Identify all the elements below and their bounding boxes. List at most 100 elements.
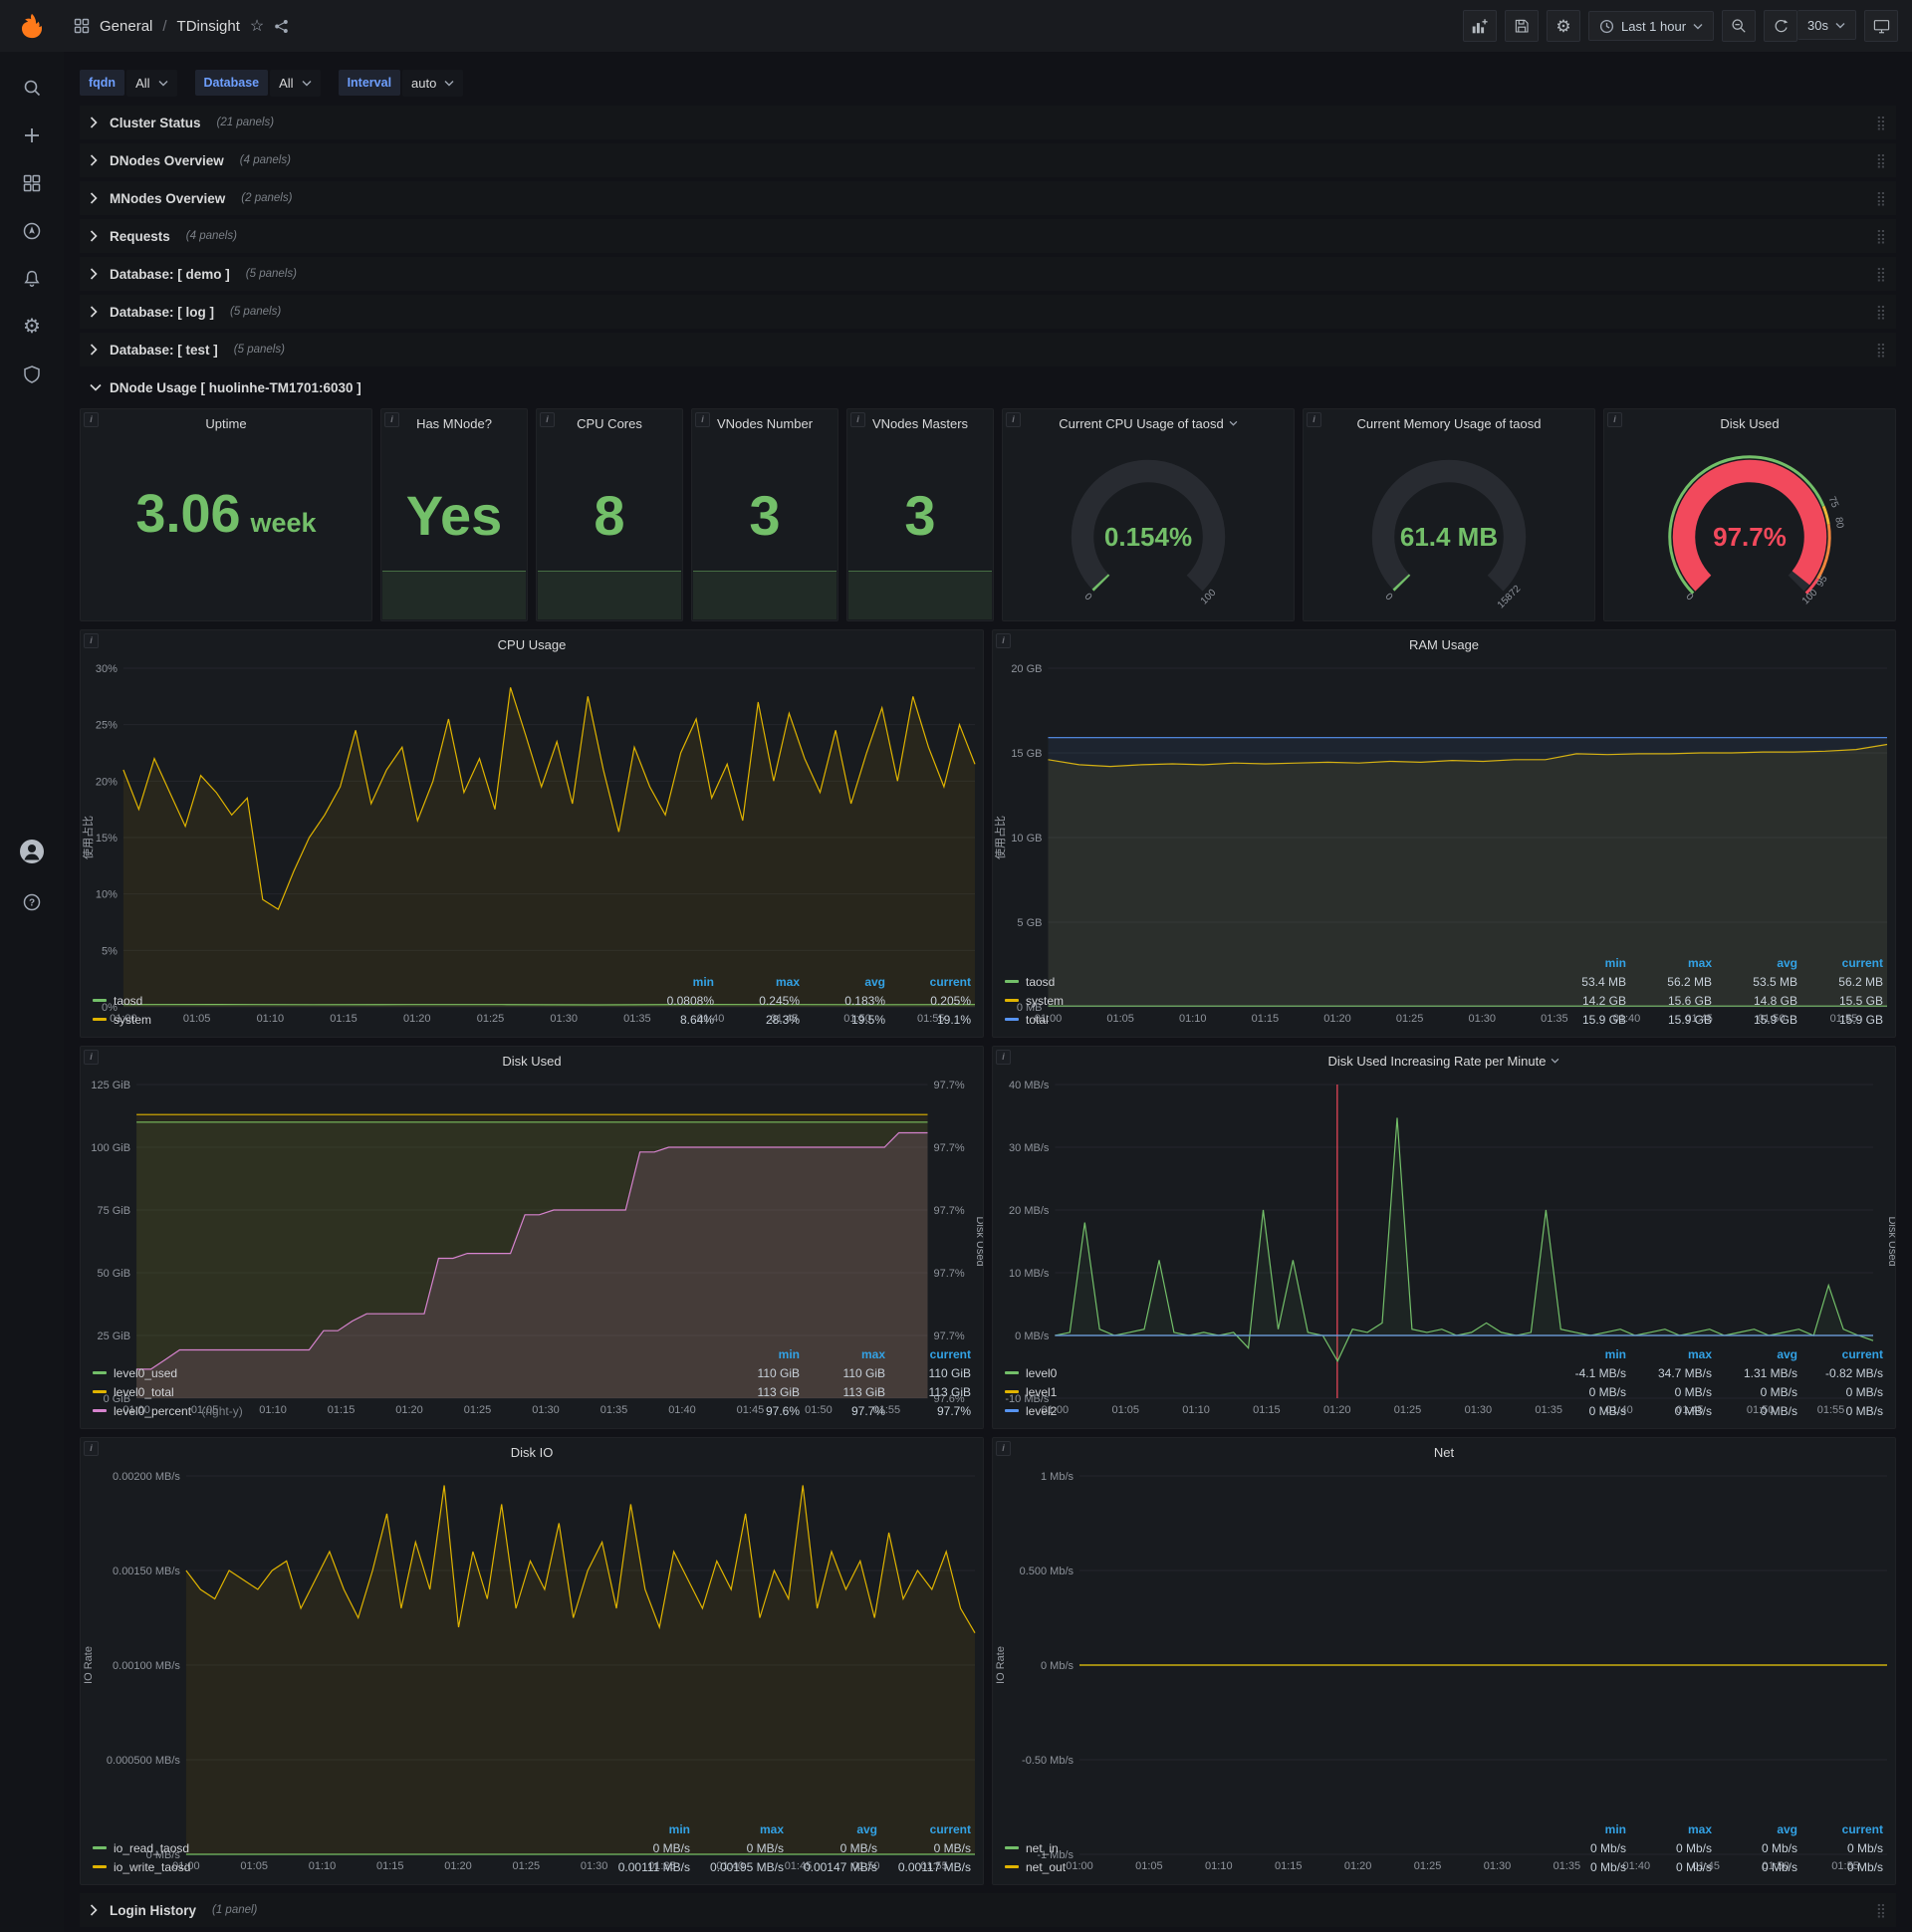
drag-handle-icon[interactable]: ⣿ <box>1876 342 1886 359</box>
legend-series-row: total 15.9 GB 15.9 GB 15.9 GB 15.9 GB <box>1005 1010 1883 1029</box>
panel-info-icon[interactable]: i <box>540 412 555 427</box>
panel-info-icon[interactable]: i <box>1607 412 1622 427</box>
panel-info-icon[interactable]: i <box>996 1050 1011 1065</box>
legend-series-toggle[interactable]: level1 <box>1005 1385 1541 1399</box>
legend-series-toggle[interactable]: level0_used <box>93 1366 714 1380</box>
dashboard-settings-button[interactable]: ⚙ <box>1546 10 1580 42</box>
panel-info-icon[interactable]: i <box>1006 412 1021 427</box>
server-admin-shield-icon[interactable] <box>22 364 42 384</box>
net-chart[interactable]: -1 Mb/s -0.50 Mb/s 0 Mb/s 0.500 Mb/s 1 Mb/s 0… <box>993 1466 1895 1872</box>
legend-series-toggle[interactable]: taosd <box>93 994 628 1008</box>
panel-info-icon[interactable]: i <box>695 412 710 427</box>
svg-text:30%: 30% <box>96 663 118 675</box>
svg-text:5%: 5% <box>102 945 118 957</box>
svg-text:1 Mb/s: 1 Mb/s <box>1041 1471 1075 1483</box>
panel-info-icon[interactable]: i <box>384 412 399 427</box>
variable-database-value[interactable]: All <box>270 69 321 97</box>
alerting-bell-icon[interactable] <box>22 269 42 289</box>
side-nav: ⚙ ? <box>0 52 64 1932</box>
drag-handle-icon[interactable]: ⣿ <box>1876 152 1886 169</box>
dashboards-icon[interactable] <box>22 173 42 193</box>
help-icon[interactable]: ? <box>22 892 42 912</box>
legend-series-toggle[interactable]: net_in <box>1005 1841 1541 1855</box>
drag-handle-icon[interactable]: ⣿ <box>1876 1902 1886 1919</box>
row-mnodes-overview[interactable]: MNodes Overview (2 panels) ⣿ <box>80 181 1896 215</box>
configuration-gear-icon[interactable]: ⚙ <box>23 317 41 337</box>
breadcrumb-section[interactable]: General <box>100 18 152 35</box>
panel-info-icon[interactable]: i <box>84 412 99 427</box>
series-color-swatch <box>93 1846 107 1849</box>
chevron-right-icon <box>90 344 102 356</box>
drag-handle-icon[interactable]: ⣿ <box>1876 266 1886 283</box>
drag-handle-icon[interactable]: ⣿ <box>1876 190 1886 207</box>
row-cluster-status[interactable]: Cluster Status (21 panels) ⣿ <box>80 106 1896 139</box>
series-color-swatch <box>1005 1409 1019 1412</box>
disk-io-chart[interactable]: 0 MB/s 0.000500 MB/s 0.00100 MB/s 0.00150 M… <box>81 1466 983 1872</box>
legend-series-toggle[interactable]: total <box>1005 1013 1541 1027</box>
series-color-swatch <box>1005 999 1019 1002</box>
legend-value: 110 GiB <box>842 1365 885 1380</box>
legend-series-toggle[interactable]: level0_total <box>93 1385 714 1399</box>
refresh-button[interactable] <box>1764 10 1798 42</box>
drag-handle-icon[interactable]: ⣿ <box>1876 115 1886 131</box>
row-login-history[interactable]: Login History (1 panel) ⣿ <box>80 1893 1896 1927</box>
panel-info-icon[interactable]: i <box>84 1050 99 1065</box>
ram-usage-chart[interactable]: 0 MB 5 GB 10 GB 15 GB 20 GB 01:00 01:05 01:10 01… <box>993 658 1895 1025</box>
panel-current-cpu-usage: i Current CPU Usage of taosd 0 100 0.154% <box>1002 408 1295 621</box>
legend-series-toggle[interactable]: net_out <box>1005 1860 1541 1874</box>
row-dnode-usage[interactable]: DNode Usage [ huolinhe-TM1701:6030 ] <box>80 370 1896 404</box>
disk-used-chart[interactable]: 0 GiB 25 GiB 50 GiB 75 GiB 100 GiB 125 GiB 97.… <box>81 1075 983 1416</box>
variable-interval-value[interactable]: auto <box>402 69 464 97</box>
panel-has-mnode: i Has MNode? Yes <box>380 408 528 621</box>
time-range-picker[interactable]: Last 1 hour <box>1587 11 1715 41</box>
legend-series-toggle[interactable]: io_write_taosd <box>93 1860 597 1874</box>
panel-title-menu[interactable]: Current CPU Usage of taosd <box>1003 409 1294 437</box>
panel-info-icon[interactable]: i <box>996 1441 1011 1456</box>
drag-handle-icon[interactable]: ⣿ <box>1876 228 1886 245</box>
zoom-out-time-button[interactable] <box>1722 10 1757 42</box>
save-dashboard-button[interactable] <box>1504 10 1539 42</box>
legend-value: 0 Mb/s <box>1761 1840 1797 1855</box>
top-bar-controls: ⚙ Last 1 hour 30s <box>1462 10 1898 42</box>
legend-series-row: level0 -4.1 MB/s 34.7 MB/s 1.31 MB/s -0.82 M… <box>1005 1363 1883 1382</box>
variable-interval-label: Interval <box>338 70 401 96</box>
row-requests[interactable]: Requests (4 panels) ⣿ <box>80 219 1896 253</box>
svg-text:20 GB: 20 GB <box>1011 663 1042 675</box>
create-plus-icon[interactable] <box>22 125 42 145</box>
panel-info-icon[interactable]: i <box>850 412 865 427</box>
explore-compass-icon[interactable] <box>22 221 42 241</box>
legend-series-toggle[interactable]: level2 <box>1005 1404 1541 1418</box>
search-icon[interactable] <box>22 78 42 98</box>
chevron-down-icon <box>1229 420 1238 426</box>
panel-uptime: i Uptime 3.06 week <box>80 408 372 621</box>
panel-info-icon[interactable]: i <box>1307 412 1321 427</box>
add-panel-button[interactable] <box>1462 10 1497 42</box>
user-avatar[interactable] <box>19 839 45 864</box>
drag-handle-icon[interactable]: ⣿ <box>1876 304 1886 321</box>
star-icon[interactable]: ☆ <box>250 16 264 36</box>
refresh-interval-picker[interactable]: 30s <box>1797 10 1856 40</box>
legend-series-toggle[interactable]: io_read_taosd <box>93 1841 597 1855</box>
panel-info-icon[interactable]: i <box>84 1441 99 1456</box>
legend-series-toggle[interactable]: taosd <box>1005 975 1541 989</box>
disk-rate-chart[interactable]: -10 MB/s 0 MB/s 10 MB/s 20 MB/s 30 MB/s 40 MB… <box>993 1075 1895 1416</box>
legend-value: 1.31 MB/s <box>1743 1365 1797 1380</box>
row-database-test[interactable]: Database: [ test ] (5 panels) ⣿ <box>80 333 1896 366</box>
row-database-demo[interactable]: Database: [ demo ] (5 panels) ⣿ <box>80 257 1896 291</box>
row-dnodes-overview[interactable]: DNodes Overview (4 panels) ⣿ <box>80 143 1896 177</box>
row-database-log[interactable]: Database: [ log ] (5 panels) ⣿ <box>80 295 1896 329</box>
share-icon[interactable] <box>274 19 289 34</box>
panel-title-menu[interactable]: Disk Used Increasing Rate per Minute <box>993 1047 1895 1075</box>
cycle-view-mode-button[interactable] <box>1864 10 1898 42</box>
legend-series-toggle[interactable]: level0 <box>1005 1366 1541 1380</box>
legend-series-toggle[interactable]: system <box>1005 994 1541 1008</box>
cpu-usage-chart[interactable]: 0% 5% 10% 15% 20% 25% 30% 01:00 01:05 01:10 01:15 0… <box>81 658 983 1025</box>
variable-fqdn-value[interactable]: All <box>126 69 177 97</box>
legend-series-toggle[interactable]: level0_percent (right-y) <box>93 1404 714 1418</box>
panel-info-icon[interactable]: i <box>996 633 1011 648</box>
breadcrumb-title[interactable]: TDinsight <box>177 18 240 35</box>
panel-info-icon[interactable]: i <box>84 633 99 648</box>
grafana-logo-icon[interactable] <box>14 8 50 44</box>
legend-series-toggle[interactable]: system <box>93 1013 628 1027</box>
legend-value: 0 MB/s <box>1674 1384 1712 1399</box>
